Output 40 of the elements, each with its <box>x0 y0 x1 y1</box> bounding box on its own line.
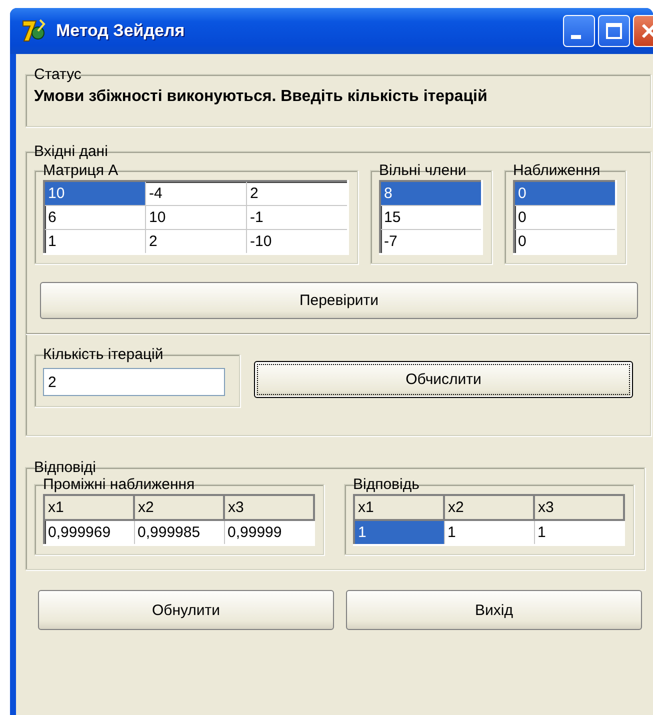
table-cell[interactable]: -4 <box>146 181 246 206</box>
column-header: x1 <box>44 495 134 520</box>
iterations-field[interactable]: 2 <box>43 368 225 396</box>
table-cell[interactable]: 10 <box>146 206 246 230</box>
app-icon <box>20 18 48 44</box>
group-label: Відповідь <box>353 477 420 492</box>
push-button[interactable]: Обчислити <box>254 361 633 398</box>
data-grid[interactable]: 8 15 -7 <box>379 180 483 255</box>
column-header: x3 <box>224 495 314 520</box>
group-label: Наближення <box>513 163 600 178</box>
column-header: x2 <box>444 495 534 520</box>
close-icon <box>640 22 653 40</box>
column-header: x1 <box>354 495 444 520</box>
window-title: Метод Зейделя <box>56 21 186 41</box>
table-cell[interactable]: 8 <box>380 181 482 206</box>
table-cell[interactable]: 1 <box>354 520 444 545</box>
group-label: Відповіді <box>34 460 96 475</box>
status-message: Умови збіжності виконуються. Введіть кількість ітерацій <box>34 87 488 106</box>
maximize-icon <box>605 22 623 40</box>
maximize-button[interactable] <box>598 15 630 47</box>
column-header: x3 <box>534 495 624 520</box>
column-header: x2 <box>134 495 224 520</box>
data-grid[interactable]: x1 x2 x3 0,999969 0,999985 0,99999 <box>43 494 315 546</box>
table-cell[interactable]: 0 <box>514 181 616 206</box>
data-grid[interactable]: 10 -4 2 6 10 -1 1 2 -10 <box>43 180 349 255</box>
group-label: Вхідні дані <box>34 144 108 159</box>
push-button[interactable]: Перевірити <box>40 282 638 319</box>
minimize-icon <box>571 35 581 39</box>
group-label: Вільні члени <box>379 163 466 178</box>
push-button[interactable]: Обнулити <box>38 590 334 630</box>
data-grid[interactable]: 0 0 0 <box>513 180 617 255</box>
group-label: Кількість ітерацій <box>43 347 164 362</box>
push-button[interactable]: Вихід <box>346 590 642 630</box>
table-cell[interactable]: 10 <box>44 181 146 206</box>
group-label: Матриця А <box>43 163 118 178</box>
data-grid[interactable]: x1 x2 x3 1 1 1 <box>353 494 625 546</box>
group-label: Статус <box>34 67 82 82</box>
minimize-button[interactable] <box>563 15 595 47</box>
group-label: Проміжні наближення <box>43 477 195 492</box>
table-cell[interactable]: 6 <box>44 206 146 230</box>
